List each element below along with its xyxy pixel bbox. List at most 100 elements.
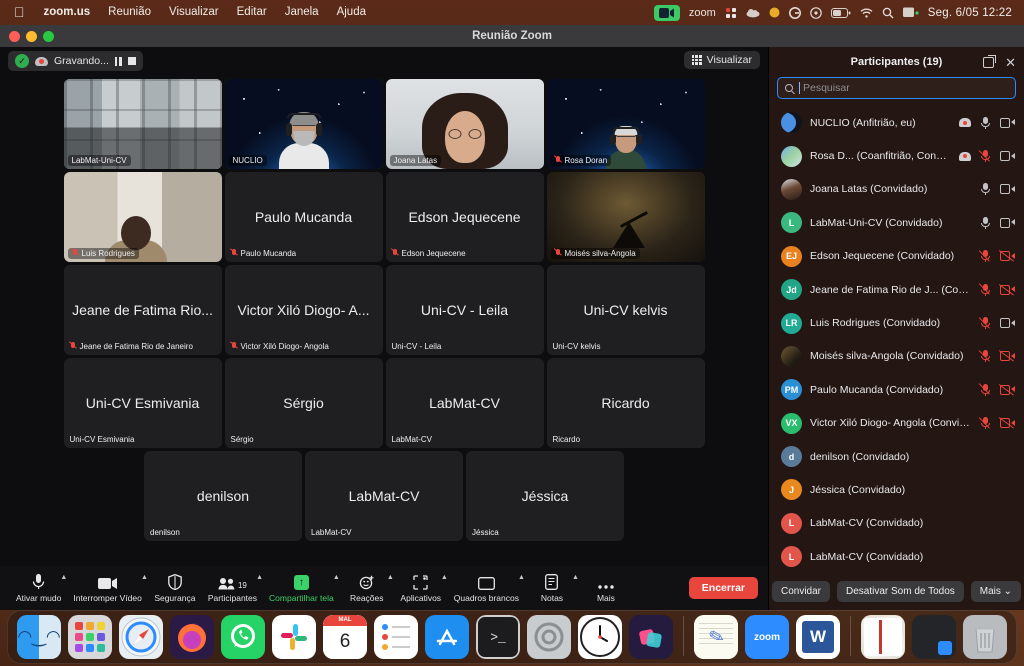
more-button[interactable]: Mais [579,566,633,610]
dock-icon-app-store[interactable] [425,615,469,659]
participants-search-box[interactable] [777,77,1016,99]
video-tile[interactable]: LabMat-Uni-CV [63,79,222,169]
muted-mic-icon[interactable] [980,317,991,330]
menu-item-ajuda[interactable]: Ajuda [328,0,375,25]
video-tile[interactable]: Uni-CV Esmivania Uni-CV Esmivania [63,358,222,448]
video-tile[interactable]: Victor Xiló Diogo- A... Victor Xiló Diogo… [224,265,383,355]
share-screen-button[interactable]: ↑ Compartilhar tela ▲ [263,566,340,610]
chevron-up-icon[interactable]: ▲ [518,574,525,581]
camera-icon[interactable] [1000,151,1015,162]
video-tile[interactable]: Ricardo Ricardo [546,358,705,448]
mic-icon[interactable] [980,216,991,229]
stop-recording-button[interactable] [127,57,136,65]
participant-row[interactable]: PM Paulo Mucanda (Convidado) [769,373,1024,406]
notes-button[interactable]: Notas ▲ [525,566,579,610]
dock-icon-slack[interactable] [272,615,316,659]
chevron-up-icon[interactable]: ▲ [60,574,67,581]
chevron-up-icon[interactable]: ▲ [141,574,148,581]
camera-off-icon[interactable] [1000,384,1015,395]
mute-button[interactable]: Ativar mudo ▲ [10,566,67,610]
search-input[interactable] [799,82,1008,94]
dock-icon-finder[interactable]: ◠‿◠ [17,615,61,659]
video-tile[interactable]: Joana Latas [385,79,544,169]
video-tile[interactable]: Sérgio Sérgio [224,358,383,448]
security-button[interactable]: Segurança [148,566,202,610]
video-tile[interactable]: Jeane de Fatima Rio... Jeane de Fatima Ri… [63,265,222,355]
muted-mic-icon[interactable] [980,150,991,163]
video-tile[interactable]: Luis Rodrigues [63,172,222,262]
camera-icon[interactable] [1000,318,1015,329]
dock-icon-trash[interactable] [963,615,1007,659]
participant-row[interactable]: L LabMat-Uni-CV (Convidado) [769,206,1024,239]
dock-icon-launchpad[interactable] [68,615,112,659]
participant-row[interactable]: NUCLIO (Anfitrião, eu) [769,106,1024,139]
participant-row[interactable]: L LabMat-CV (Convidado) [769,507,1024,540]
camera-off-icon[interactable] [1000,418,1015,429]
participant-row[interactable]: J Jéssica (Convidado) [769,473,1024,506]
reactions-button[interactable]: Reações ▲ [340,566,394,610]
camera-icon[interactable] [1000,184,1015,195]
menu-app-name[interactable]: zoom [689,7,716,19]
dock-icon-calendar[interactable]: MAL 6 [323,615,367,659]
participant-row[interactable]: LR Luis Rodrigues (Convidado) [769,306,1024,339]
panel-more-button[interactable]: Mais ⌄ [970,580,1022,602]
end-meeting-button[interactable]: Encerrar [688,577,758,599]
popout-panel-icon[interactable] [983,54,997,68]
mic-icon[interactable] [980,183,991,196]
dock-icon-zoom[interactable]: zoom [745,615,789,659]
camera-icon[interactable] [1000,117,1015,128]
menu-item-zoomus[interactable]: zoom.us [35,0,100,25]
dock-icon-terminal[interactable]: >_ [476,615,520,659]
video-tile[interactable]: Paulo Mucanda Paulo Mucanda [224,172,383,262]
video-tile[interactable]: NUCLIO [224,79,383,169]
camera-off-icon[interactable] [1000,351,1015,362]
apple-menu-icon[interactable]:  [8,0,35,25]
video-tile[interactable]: Jéssica Jéssica [466,451,624,541]
whiteboards-button[interactable]: Quadros brancos ▲ [448,566,525,610]
chevron-up-icon[interactable]: ▲ [572,574,579,581]
dock-icon-notes[interactable]: ✏ [694,615,738,659]
muted-mic-icon[interactable] [980,250,991,263]
participant-row[interactable]: Joana Latas (Convidado) [769,173,1024,206]
muted-mic-icon[interactable] [980,283,991,296]
menu-item-visualizar[interactable]: Visualizar [160,0,228,25]
menu-item-reuniao[interactable]: Reunião [99,0,160,25]
dock-icon-firefox[interactable] [170,615,214,659]
dock-icon-shortcuts[interactable] [629,615,673,659]
close-panel-icon[interactable]: ✕ [1005,56,1016,69]
participant-row[interactable]: Jd Jeane de Fatima Rio de J... (Convidado… [769,273,1024,306]
camera-on-icon[interactable] [653,4,680,21]
stop-video-button[interactable]: Interromper Vídeo ▲ [67,566,148,610]
grammarly-icon[interactable] [788,6,801,19]
video-tile[interactable]: Edson Jequecene Edson Jequecene [385,172,544,262]
video-tile[interactable]: LabMat-CV LabMat-CV [305,451,463,541]
participants-list[interactable]: NUCLIO (Anfitrião, eu) Rosa D... (Coanfit… [769,106,1024,572]
muted-mic-icon[interactable] [980,417,991,430]
recording-indicator[interactable]: ✓ Gravando... [8,51,143,71]
timemachine-icon[interactable] [809,6,822,19]
video-tile[interactable]: Uni-CV kelvis Uni-CV kelvis [546,265,705,355]
video-tile[interactable]: Uni-CV - Leila Uni-CV - Leila [385,265,544,355]
pause-recording-button[interactable] [114,56,122,66]
participant-row[interactable]: VX Victor Xiló Diogo- Angola (Convidado) [769,407,1024,440]
menu-bar-clock[interactable]: Seg. 6/05 12:22 [928,7,1012,19]
video-tile[interactable]: LabMat-CV LabMat-CV [385,358,544,448]
video-tile[interactable]: Moisés silva-Angola [546,172,705,262]
participant-row[interactable]: L LabMat-CV (Convidado) [769,540,1024,572]
muted-mic-icon[interactable] [980,383,991,396]
video-tile[interactable]: Rosa Doran [546,79,705,169]
chevron-up-icon[interactable]: ▲ [441,574,448,581]
chevron-up-icon[interactable]: ▲ [387,574,394,581]
view-button[interactable]: Visualizar [683,51,760,69]
camera-off-icon[interactable] [1000,284,1015,295]
invite-button[interactable]: Convidar [771,580,830,602]
apps-button[interactable]: Aplicativos ▲ [394,566,448,610]
dot-orange-icon[interactable] [769,7,780,18]
dock-icon-safari[interactable] [119,615,163,659]
participant-row[interactable]: d denilson (Convidado) [769,440,1024,473]
video-tile[interactable]: denilson denilson [144,451,302,541]
dock-icon-clock[interactable] [578,615,622,659]
participant-row[interactable]: EJ Edson Jequecene (Convidado) [769,240,1024,273]
muted-mic-icon[interactable] [980,350,991,363]
participant-row[interactable]: Moisés silva-Angola (Convidado) [769,340,1024,373]
